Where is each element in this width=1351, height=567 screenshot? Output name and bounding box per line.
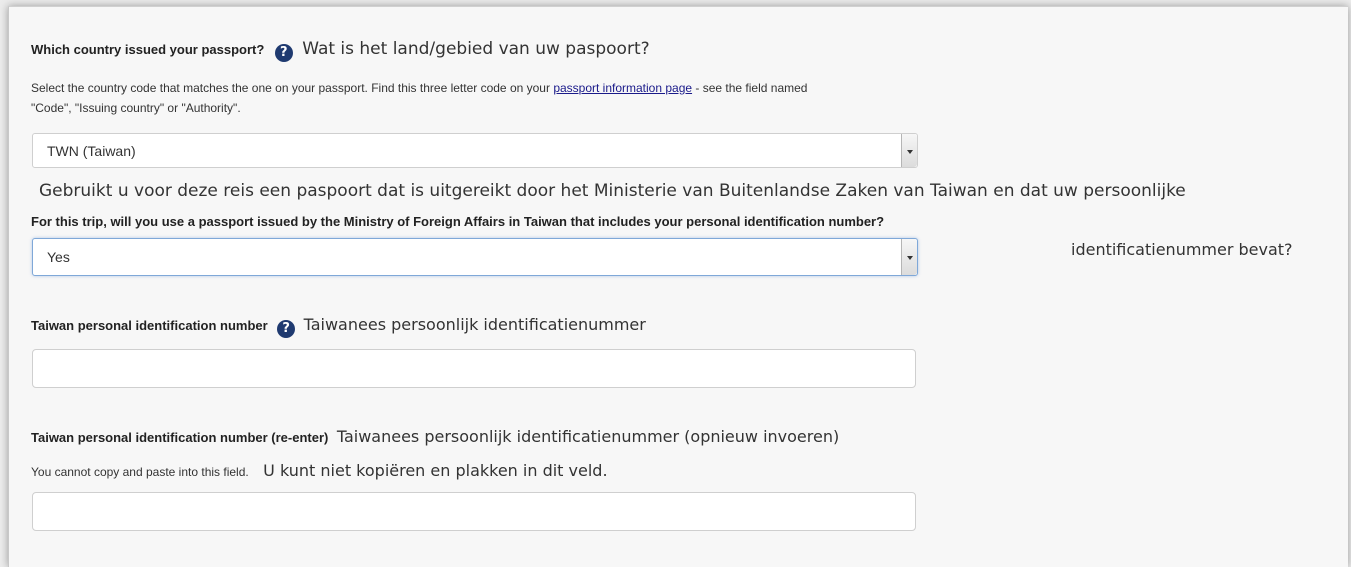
mofa-question-label: For this trip, will you use a passport i… [31,214,885,229]
personal-id-reenter-label-nl: Taiwanees persoonlijk identificatienumme… [336,427,840,446]
personal-id-reenter-hint-row: You cannot copy and paste into this fiel… [31,461,608,481]
mofa-question-nl-line2: identificatienummer bevat? [1071,240,1293,259]
personal-id-label-row: Taiwan personal identification number ? … [31,315,646,338]
passport-country-label-row: Which country issued your passport? ? Wa… [31,39,650,62]
mofa-passport-select[interactable]: Yes [32,238,918,276]
personal-id-input[interactable] [32,349,916,388]
passport-country-select-value: TWN (Taiwan) [47,142,136,159]
form-panel: Which country issued your passport? ? Wa… [8,6,1348,567]
passport-country-label-nl: Wat is het land/gebied van uw paspoort? [302,39,650,59]
passport-country-hint-pre: Select the country code that matches the… [31,81,554,95]
mofa-passport-select-value: Yes [47,249,70,265]
personal-id-reenter-hint-nl: U kunt niet kopiëren en plakken in dit v… [263,461,608,480]
chevron-down-icon[interactable] [901,239,917,275]
passport-country-hint-line2: "Code", "Issuing country" or "Authority"… [31,101,241,115]
passport-country-hint-line1: Select the country code that matches the… [31,81,807,95]
personal-id-reenter-hint: You cannot copy and paste into this fiel… [31,465,249,479]
personal-id-reenter-input[interactable] [32,492,916,531]
mofa-question-nl-line1: Gebruikt u voor deze reis een paspoort d… [39,181,1186,201]
passport-country-select[interactable]: TWN (Taiwan) [32,133,918,168]
personal-id-reenter-label-row: Taiwan personal identification number (r… [31,427,839,447]
passport-information-page-link[interactable]: passport information page [553,81,692,95]
personal-id-reenter-label: Taiwan personal identification number (r… [31,430,329,445]
personal-id-label-nl: Taiwanees persoonlijk identificatienumme… [303,315,646,334]
personal-id-label: Taiwan personal identification number [31,318,268,333]
question-circle-icon[interactable]: ? [274,44,293,62]
passport-country-label: Which country issued your passport? [31,42,265,57]
chevron-down-icon[interactable] [901,134,917,167]
question-circle-icon[interactable]: ? [277,320,296,338]
passport-country-hint-post: - see the field named [692,81,808,95]
